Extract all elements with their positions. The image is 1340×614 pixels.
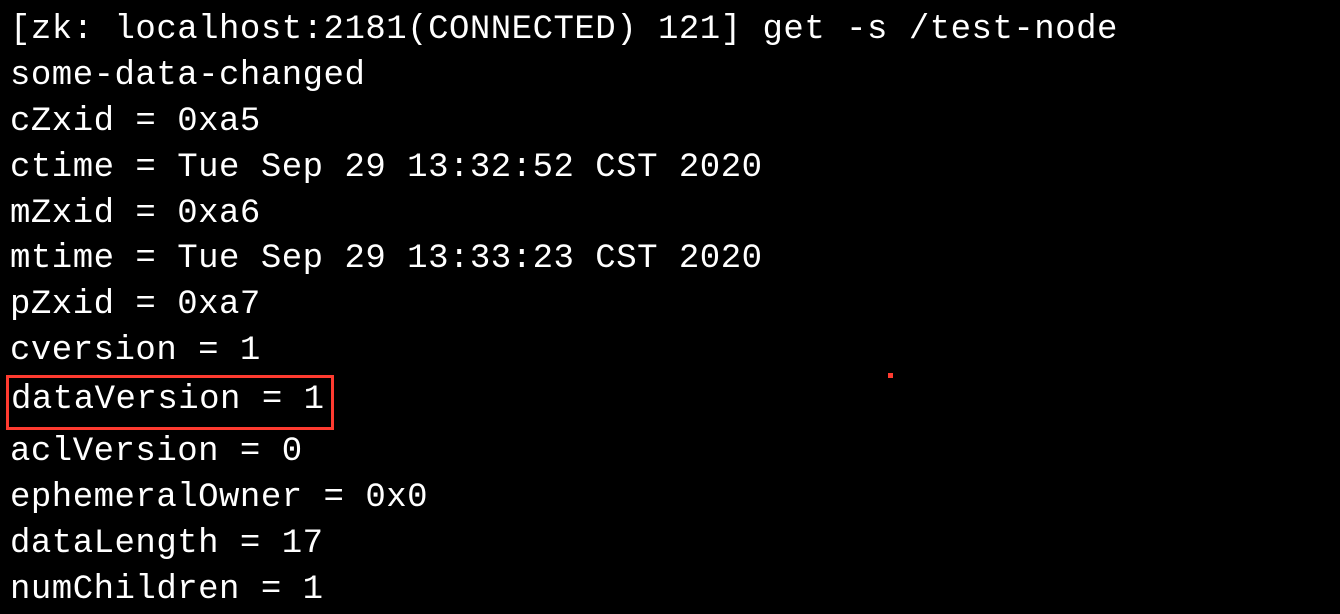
cursor-dot [888, 373, 893, 378]
stat-mtime: mtime = Tue Sep 29 13:33:23 CST 2020 [10, 237, 1330, 283]
command-prompt-line[interactable]: [zk: localhost:2181(CONNECTED) 121] get … [10, 8, 1330, 54]
stat-numchildren: numChildren = 1 [10, 568, 1330, 614]
stat-dataversion-highlighted: dataVersion = 1 [6, 375, 334, 430]
stat-ctime: ctime = Tue Sep 29 13:32:52 CST 2020 [10, 146, 1330, 192]
stat-mzxid: mZxid = 0xa6 [10, 192, 1330, 238]
stat-ephemeralowner: ephemeralOwner = 0x0 [10, 476, 1330, 522]
stat-pzxid: pZxid = 0xa7 [10, 283, 1330, 329]
stat-aclversion: aclVersion = 0 [10, 430, 1330, 476]
stat-cversion: cversion = 1 [10, 329, 1330, 375]
stat-datalength: dataLength = 17 [10, 522, 1330, 568]
node-data-output: some-data-changed [10, 54, 1330, 100]
stat-czxid: cZxid = 0xa5 [10, 100, 1330, 146]
